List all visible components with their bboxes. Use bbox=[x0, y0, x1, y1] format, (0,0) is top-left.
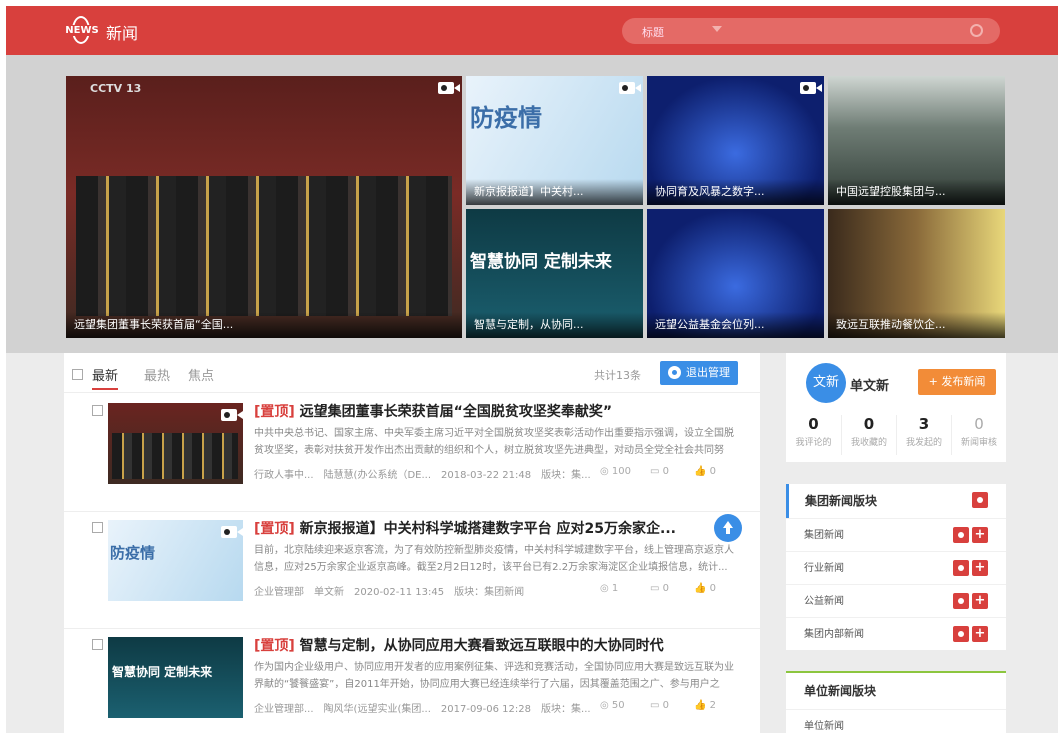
item-checkbox[interactable] bbox=[92, 405, 103, 416]
comments-count: ▭ 0 bbox=[650, 700, 670, 711]
board-row[interactable]: 单位新闻 bbox=[786, 709, 1006, 733]
item-thumbnail[interactable] bbox=[108, 403, 243, 484]
publish-news-button[interactable]: + 发布新闻 bbox=[918, 369, 996, 395]
item-summary: 中共中央总书记、国家主席、中央军委主席习近平对全国脱贫攻坚奖表彰活动作出重要指示… bbox=[254, 428, 734, 456]
settings-icon[interactable] bbox=[972, 492, 988, 508]
settings-icon[interactable] bbox=[953, 560, 969, 576]
scroll-top-button[interactable] bbox=[714, 514, 742, 542]
list-tabs: 最新 最热 焦点 共计13条 退出管理 bbox=[64, 353, 760, 393]
search-bar[interactable]: 标题 bbox=[622, 18, 1000, 44]
banner-caption: 远望公益基金会位列... bbox=[647, 312, 824, 338]
awardees-photo bbox=[76, 176, 452, 316]
banner-tile-3[interactable]: 协同育及风暴之数字... bbox=[647, 76, 824, 205]
search-icon[interactable] bbox=[970, 24, 983, 37]
add-icon[interactable]: + bbox=[972, 626, 988, 642]
section-title: 集团新闻版块 bbox=[786, 484, 1006, 518]
user-name: 单文新 bbox=[850, 379, 890, 394]
item-meta: 企业管理部 单文新 2020-02-11 13:45 版块：集团新闻 bbox=[254, 587, 525, 598]
top-bar: NEWS 新闻 标题 bbox=[6, 6, 1058, 55]
headline-carousel: CCTV 13 远望集团董事长荣获首届“全国... 防疫情 新京报报道】中关村.… bbox=[6, 55, 1058, 353]
banner-tile-6[interactable]: 远望公益基金会位列... bbox=[647, 209, 824, 338]
item-thumbnail[interactable]: 智慧协同 定制未来 bbox=[108, 637, 243, 718]
app-title: 新闻 bbox=[106, 24, 139, 43]
exit-management-button[interactable]: 退出管理 bbox=[660, 361, 738, 385]
banner-tile-2[interactable]: 防疫情 新京报报道】中关村... bbox=[466, 76, 643, 205]
item-checkbox[interactable] bbox=[92, 522, 103, 533]
banner-caption: 中国远望控股集团与... bbox=[828, 179, 1005, 205]
board-row[interactable]: 行业新闻 + bbox=[786, 551, 1006, 584]
list-item[interactable]: 防疫情 [置顶] 新京报报道】中关村科学城搭建数字平台 应对25万余家企... … bbox=[64, 512, 760, 629]
banner-caption: 智慧与定制，从协同... bbox=[466, 312, 643, 338]
epidemic-text: 防疫情 bbox=[470, 104, 542, 132]
likes-count[interactable]: 👍 0 bbox=[694, 583, 716, 594]
comments-count: ▭ 0 bbox=[650, 466, 670, 477]
stat-initiated[interactable]: 3 我发起的 bbox=[896, 415, 951, 455]
banner-caption: 新京报报道】中关村... bbox=[466, 179, 643, 205]
stat-review[interactable]: 0 新闻审核 bbox=[951, 415, 1006, 455]
video-icon bbox=[619, 82, 641, 94]
video-icon bbox=[438, 82, 460, 94]
item-title[interactable]: [置顶] 智慧与定制，从协同应用大赛看致远互联眼中的大协同时代 bbox=[254, 635, 754, 655]
banner-tile-1[interactable]: CCTV 13 远望集团董事长荣获首届“全国... bbox=[66, 76, 462, 338]
avatar[interactable]: 文新 bbox=[806, 363, 846, 403]
cctv-watermark: CCTV 13 bbox=[90, 82, 142, 95]
item-meta: 行政人事中... 陆慧慧(办公系统（DE... 2018-03-22 21:48 版块… bbox=[254, 470, 591, 481]
total-count: 共计13条 bbox=[594, 369, 641, 382]
board-row[interactable]: 集团内部新闻 + bbox=[786, 617, 1006, 650]
wisdom-text: 智慧协同 定制未来 bbox=[470, 252, 612, 272]
video-icon bbox=[221, 526, 243, 538]
comments-count: ▭ 0 bbox=[650, 583, 670, 594]
board-row[interactable]: 公益新闻 + bbox=[786, 584, 1006, 617]
settings-icon[interactable] bbox=[953, 626, 969, 642]
banner-caption: 协同育及风暴之数字... bbox=[647, 179, 824, 205]
video-icon bbox=[800, 82, 822, 94]
banner-caption: 致远互联推动餐饮企... bbox=[828, 312, 1005, 338]
stat-favorited[interactable]: 0 我收藏的 bbox=[841, 415, 896, 455]
chevron-down-icon[interactable] bbox=[712, 26, 722, 32]
banner-caption: 远望集团董事长荣获首届“全国... bbox=[66, 312, 462, 338]
views-count: ◎ 50 bbox=[600, 700, 625, 711]
board-row[interactable]: 集团新闻 + bbox=[786, 518, 1006, 551]
add-icon[interactable]: + bbox=[972, 560, 988, 576]
item-summary: 作为国内企业级用户、协同应用开发者的应用案例征集、评选和竞赛活动，全国协同应用大… bbox=[254, 662, 734, 690]
gear-icon bbox=[668, 366, 681, 379]
user-card: 文新 单文新 + 发布新闻 0 我评论的 0 我收藏的 3 我发起的 0 新闻审核 bbox=[786, 353, 1006, 462]
banner-tile-5[interactable]: 智慧协同 定制未来 智慧与定制，从协同... bbox=[466, 209, 643, 338]
views-count: ◎ 1 bbox=[600, 583, 619, 594]
item-summary: 目前，北京陆续迎来返京客流，为了有效防控新型肺炎疫情，中关村科学城建数字平台，线… bbox=[254, 545, 734, 573]
tab-focus[interactable]: 焦点 bbox=[188, 365, 214, 384]
item-title[interactable]: [置顶] 远望集团董事长荣获首届“全国脱贫攻坚奖奉献奖” bbox=[254, 401, 754, 421]
select-all-checkbox[interactable] bbox=[72, 369, 83, 380]
tab-latest[interactable]: 最新 bbox=[92, 365, 119, 390]
stat-commented[interactable]: 0 我评论的 bbox=[786, 415, 841, 455]
section-title: 单位新闻版块 bbox=[804, 684, 877, 698]
news-list-panel: 最新 最热 焦点 共计13条 退出管理 [置顶] 远望集团董事长荣获首届“全国脱… bbox=[64, 353, 760, 733]
likes-count[interactable]: 👍 0 bbox=[694, 466, 716, 477]
group-news-section: 集团新闻版块 集团新闻 + 行业新闻 + 公益新闻 + 集团内部新闻 + bbox=[786, 484, 1006, 650]
settings-icon[interactable] bbox=[953, 593, 969, 609]
item-checkbox[interactable] bbox=[92, 639, 103, 650]
likes-count[interactable]: 👍 2 bbox=[694, 700, 716, 711]
unit-news-section: 单位新闻版块 单位新闻 bbox=[786, 671, 1006, 733]
sidebar: 文新 单文新 + 发布新闻 0 我评论的 0 我收藏的 3 我发起的 0 新闻审核 集团… bbox=[786, 353, 1006, 733]
item-meta: 企业管理部... 陶风华(远望实业(集团... 2017-09-06 12:28 版块… bbox=[254, 704, 591, 715]
views-count: ◎ 100 bbox=[600, 466, 631, 477]
app-frame: NEWS 新闻 标题 CCTV 13 远望集团董事长荣获首届“全国... 防疫情… bbox=[6, 6, 1058, 733]
tab-hot[interactable]: 最热 bbox=[144, 365, 170, 384]
list-item[interactable]: 智慧协同 定制未来 [置顶] 智慧与定制，从协同应用大赛看致远互联眼中的大协同时… bbox=[64, 629, 760, 733]
item-title[interactable]: [置顶] 新京报报道】中关村科学城搭建数字平台 应对25万余家企... bbox=[254, 518, 754, 538]
banner-tile-7[interactable]: 致远互联推动餐饮企... bbox=[828, 209, 1005, 338]
search-field-select[interactable]: 标题 bbox=[642, 24, 664, 40]
add-icon[interactable]: + bbox=[972, 527, 988, 543]
news-logo: NEWS bbox=[64, 16, 100, 46]
banner-tile-4[interactable]: 中国远望控股集团与... bbox=[828, 76, 1005, 205]
add-icon[interactable]: + bbox=[972, 593, 988, 609]
settings-icon[interactable] bbox=[953, 527, 969, 543]
list-item[interactable]: [置顶] 远望集团董事长荣获首届“全国脱贫攻坚奖奉献奖” 中共中央总书记、国家主… bbox=[64, 395, 760, 512]
video-icon bbox=[221, 409, 243, 421]
item-thumbnail[interactable]: 防疫情 bbox=[108, 520, 243, 601]
